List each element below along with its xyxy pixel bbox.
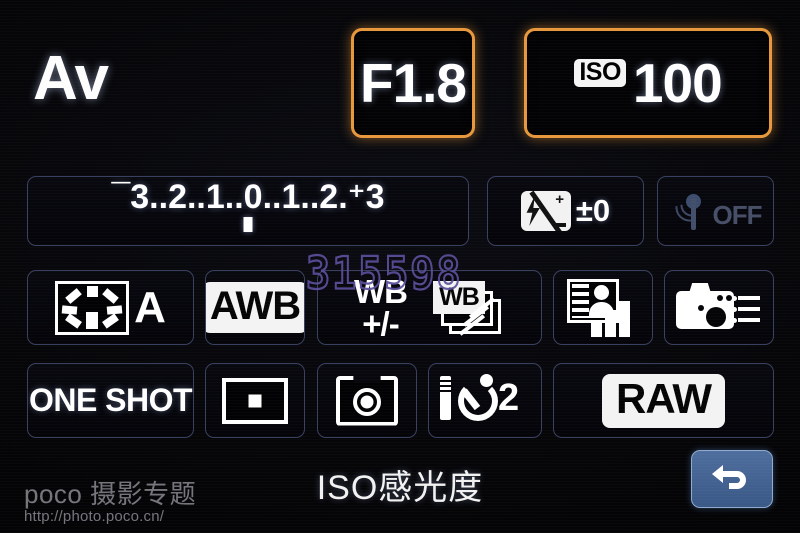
picture-style-letter: A [134,282,166,332]
custom-controls-camera-icon [676,282,762,333]
self-timer-seconds: 2 [498,376,520,419]
camera-lcd-screen: Av F1.8 ISO 100 ¯3..2..1..0..1..2.⁺3 + ±… [0,0,800,533]
return-button[interactable] [691,450,773,508]
shooting-mode-indicator[interactable]: Av [33,48,109,110]
aperture-value: F1.8 [359,52,467,114]
wifi-setting-tile[interactable]: OFF [657,176,774,246]
drive-mode-tile[interactable]: 2 [428,363,542,438]
iso-value: 100 [632,52,723,114]
poco-brand-text: poco 摄影专题 [24,478,197,509]
wifi-icon [667,179,718,233]
return-arrow-icon [712,465,746,489]
aperture-setting-box[interactable]: F1.8 [351,28,475,138]
iso-setting-box[interactable]: ISO 100 [524,28,772,138]
picture-style-auto-icon [55,280,130,335]
wifi-state-label: OFF [712,199,763,230]
custom-controls-tile[interactable] [664,270,774,345]
af-mode-tile[interactable]: ONE SHOT [27,363,194,438]
exposure-compensation-tile[interactable]: ¯3..2..1..0..1..2.⁺3 [27,176,469,246]
flash-compensation-value: ±0 [575,193,611,228]
flash-comp-inner: + ±0 [520,191,611,231]
poco-watermark: poco 摄影专题 http://photo.poco.cn/ [24,478,197,526]
picture-style-tile[interactable]: A [27,270,194,345]
evaluative-metering-icon [336,375,398,426]
wb-shift-line2: +/- [362,304,399,342]
id-number-watermark: 315598 [305,247,463,301]
wifi-inner: OFF [667,179,763,233]
metering-mode-tile[interactable] [317,363,417,438]
self-timer-icon: 2 [440,373,530,428]
af-area-tile[interactable] [205,363,305,438]
single-point-af-icon [222,377,288,424]
exposure-level-indicator [243,217,253,232]
iso-badge-icon: ISO [574,59,626,87]
exposure-scale-text: ¯3..2..1..0..1..2.⁺3 [111,178,385,216]
white-balance-tile[interactable]: AWB [205,270,305,345]
image-quality-label: RAW [602,373,725,428]
picture-style-inner: A [55,280,166,335]
auto-lighting-optimizer-tile[interactable] [553,270,653,345]
top-status-row: Av F1.8 ISO 100 [0,0,800,160]
image-quality-tile[interactable]: RAW [553,363,774,438]
white-balance-label: AWB [206,282,304,333]
poco-url-text: http://photo.poco.cn/ [24,508,165,526]
af-mode-label: ONE SHOT [28,382,193,418]
iso-inner: ISO 100 [574,51,723,115]
flash-exposure-compensation-tile[interactable]: + ±0 [487,176,644,246]
auto-lighting-optimizer-icon [567,278,639,337]
exposure-scale: ¯3..2..1..0..1..2.⁺3 [28,177,468,245]
flash-exposure-compensation-icon: + [520,191,571,231]
